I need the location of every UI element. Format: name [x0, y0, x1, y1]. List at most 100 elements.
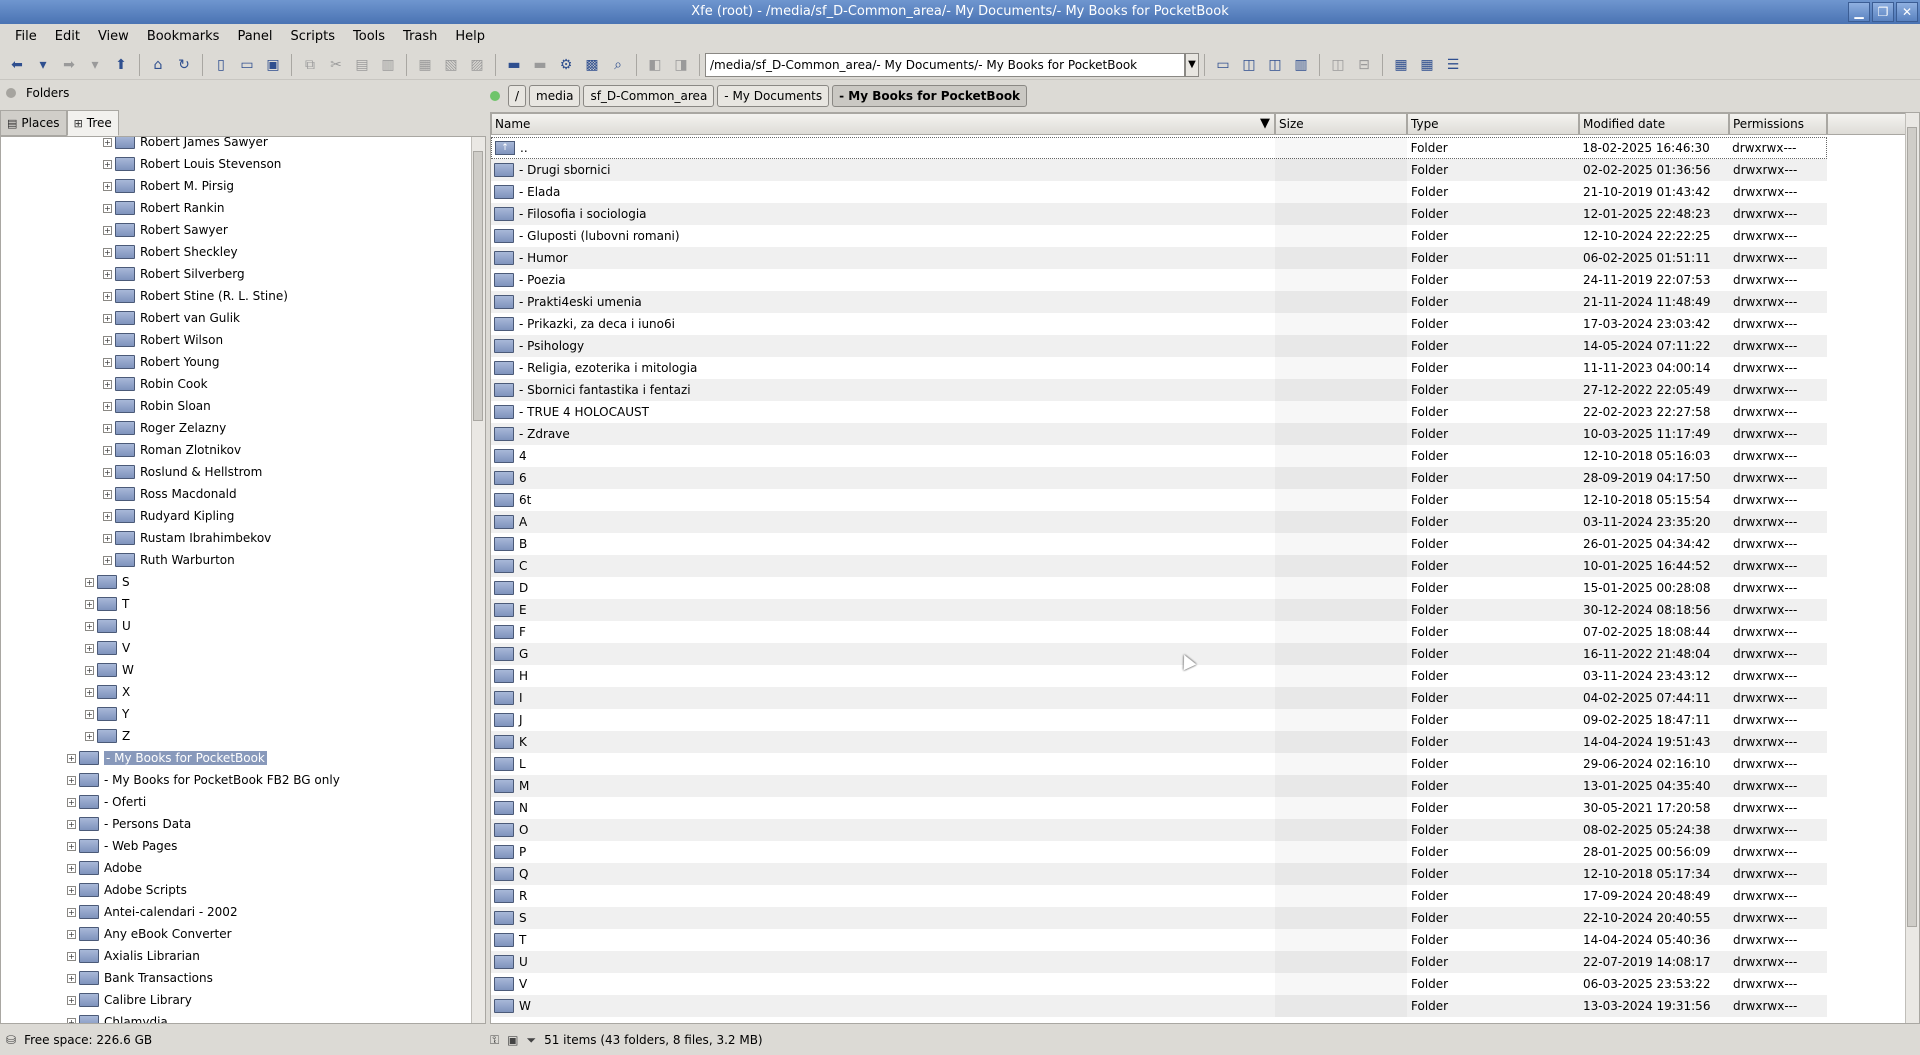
breadcrumb-root[interactable]: / [508, 85, 527, 107]
tree-item[interactable]: + Antei-calendari - 2002 [67, 901, 238, 923]
expand-icon[interactable]: + [85, 643, 94, 653]
tree-item[interactable]: + Chlamydia [67, 1011, 168, 1023]
file-row[interactable]: J Folder 09-02-2025 18:47:11 drwxrwx--- [491, 709, 1827, 731]
expand-icon[interactable]: + [103, 357, 112, 367]
tree-item[interactable]: + Adobe [67, 857, 142, 879]
settings-icon[interactable]: ⚙ [555, 54, 577, 76]
copy-icon[interactable]: ⧉ [299, 54, 321, 76]
expand-icon[interactable]: + [85, 621, 94, 631]
expand-icon[interactable]: + [103, 511, 112, 521]
tree-item[interactable]: + V [85, 637, 130, 659]
path-dropdown-icon[interactable]: ▼ [1185, 52, 1199, 77]
expand-icon[interactable]: + [67, 819, 76, 829]
tree-item[interactable]: + - Oferti [67, 791, 146, 813]
expand-icon[interactable]: + [67, 907, 76, 917]
terminal-icon[interactable]: ▩ [581, 54, 603, 76]
one-panel-icon[interactable]: ▭ [1212, 54, 1234, 76]
horizontal-split-icon[interactable]: ⊟ [1353, 54, 1375, 76]
new-file-icon[interactable]: ▯ [210, 54, 232, 76]
column-name[interactable]: Name ▼ [491, 113, 1275, 135]
file-row[interactable]: - Elada Folder 21-10-2019 01:43:42 drwxrwx-… [491, 181, 1827, 203]
path-input[interactable] [705, 52, 1185, 77]
expand-icon[interactable]: + [103, 401, 112, 411]
breadcrumb-media[interactable]: media [529, 85, 581, 107]
expand-icon[interactable]: + [85, 687, 94, 697]
expand-icon[interactable]: + [103, 159, 112, 169]
file-row[interactable]: W Folder 13-03-2024 19:31:56 drwxrwx--- [491, 995, 1827, 1017]
tree-item[interactable]: + Robert Sawyer [103, 219, 228, 241]
filter-icon[interactable]: ⏷ [526, 1033, 536, 1048]
back-history-icon[interactable]: ▾ [32, 54, 54, 76]
expand-icon[interactable]: + [67, 841, 76, 851]
file-row[interactable]: P Folder 28-01-2025 00:56:09 drwxrwx--- [491, 841, 1827, 863]
panel-right-icon[interactable]: ◨ [670, 54, 692, 76]
tree-item[interactable]: + - My Books for PocketBook FB2 BG only [67, 769, 340, 791]
expand-icon[interactable]: + [103, 445, 112, 455]
tree-item[interactable]: + Ruth Warburton [103, 549, 235, 571]
file-row[interactable]: - Religia, ezoterika i mitologia Folder 11… [491, 357, 1827, 379]
file-row[interactable]: - Filosofia i sociologia Folder 12-01-2025… [491, 203, 1827, 225]
menu-file[interactable]: File [6, 24, 46, 50]
paste-icon[interactable]: ▤ [351, 54, 373, 76]
tree-item[interactable]: + W [85, 659, 134, 681]
tree-item[interactable]: + - Persons Data [67, 813, 191, 835]
tree-item[interactable]: + Robert M. Pirsig [103, 175, 234, 197]
file-row[interactable]: 4 Folder 12-10-2018 05:16:03 drwxrwx--- [491, 445, 1827, 467]
tree-item[interactable]: + Robert Silverberg [103, 263, 245, 285]
file-row[interactable]: - Humor Folder 06-02-2025 01:51:11 drwxrwx-… [491, 247, 1827, 269]
lock-icon[interactable]: ⚿ [490, 1033, 499, 1048]
tree-item[interactable]: + Roman Zlotnikov [103, 439, 241, 461]
tree-item[interactable]: + Rudyard Kipling [103, 505, 234, 527]
tree-item[interactable]: + Y [85, 703, 129, 725]
tree-item[interactable]: + Robert Stine (R. L. Stine) [103, 285, 288, 307]
expand-icon[interactable]: + [103, 379, 112, 389]
tree-two-panels-icon[interactable]: ▥ [1290, 54, 1312, 76]
expand-icon[interactable]: + [67, 863, 76, 873]
expand-icon[interactable]: + [67, 775, 76, 785]
file-row[interactable]: ↑.. Folder 18-02-2025 16:46:30 drwxrwx--- [491, 137, 1827, 159]
file-row[interactable]: T Folder 14-04-2024 05:40:36 drwxrwx--- [491, 929, 1827, 951]
vertical-split-icon[interactable]: ◫ [1327, 54, 1349, 76]
menu-trash[interactable]: Trash [394, 24, 446, 50]
expand-icon[interactable]: + [103, 291, 112, 301]
column-type[interactable]: Type [1407, 113, 1579, 135]
file-row[interactable]: Q Folder 12-10-2018 05:17:34 drwxrwx--- [491, 863, 1827, 885]
file-row[interactable]: V Folder 06-03-2025 23:53:22 drwxrwx--- [491, 973, 1827, 995]
expand-icon[interactable]: + [85, 599, 94, 609]
file-row[interactable]: - Prakti4eski umenia Folder 21-11-2024 11:… [491, 291, 1827, 313]
expand-icon[interactable]: + [103, 533, 112, 543]
expand-icon[interactable]: + [103, 247, 112, 257]
expand-icon[interactable]: + [67, 995, 76, 1005]
expand-icon[interactable]: + [85, 709, 94, 719]
expand-icon[interactable]: + [103, 335, 112, 345]
breadcrumb-my-documents[interactable]: - My Documents [717, 85, 830, 107]
tree-item[interactable]: + S [85, 571, 130, 593]
file-row[interactable]: - Drugi sbornici Folder 02-02-2025 01:36:5… [491, 159, 1827, 181]
column-size[interactable]: Size [1275, 113, 1407, 135]
file-scrollbar[interactable] [1905, 113, 1919, 1023]
forward-history-icon[interactable]: ▾ [84, 54, 106, 76]
menu-view[interactable]: View [89, 24, 138, 50]
expand-icon[interactable]: + [67, 753, 76, 763]
maximize-button[interactable]: ❐ [1872, 2, 1894, 22]
expand-icon[interactable]: + [67, 1017, 76, 1023]
file-row[interactable]: - Poezia Folder 24-11-2019 22:07:53 drwxrwx… [491, 269, 1827, 291]
tree-item[interactable]: + X [85, 681, 130, 703]
file-row[interactable]: U Folder 22-07-2019 14:08:17 drwxrwx--- [491, 951, 1827, 973]
file-row[interactable]: G Folder 16-11-2022 21:48:04 drwxrwx--- [491, 643, 1827, 665]
file-row[interactable]: K Folder 14-04-2024 19:51:43 drwxrwx--- [491, 731, 1827, 753]
file-row[interactable]: C Folder 10-01-2025 16:44:52 drwxrwx--- [491, 555, 1827, 577]
expand-icon[interactable]: + [67, 929, 76, 939]
tree-panel-icon[interactable]: ◫ [1238, 54, 1260, 76]
drive-alt-icon[interactable]: ▬ [529, 54, 551, 76]
tree-scrollbar[interactable] [471, 137, 485, 1023]
tree-item[interactable]: + Roger Zelazny [103, 417, 226, 439]
expand-icon[interactable]: + [67, 951, 76, 961]
file-row[interactable]: F Folder 07-02-2025 18:08:44 drwxrwx--- [491, 621, 1827, 643]
close-button[interactable]: ✕ [1896, 2, 1918, 22]
tree-item[interactable]: + Robert Sheckley [103, 241, 238, 263]
file-row[interactable]: - Psihology Folder 14-05-2024 07:11:22 drwx… [491, 335, 1827, 357]
cut-icon[interactable]: ✂ [325, 54, 347, 76]
file-row[interactable]: H Folder 03-11-2024 23:43:12 drwxrwx--- [491, 665, 1827, 687]
tree-item[interactable]: + Rustam Ibrahimbekov [103, 527, 271, 549]
